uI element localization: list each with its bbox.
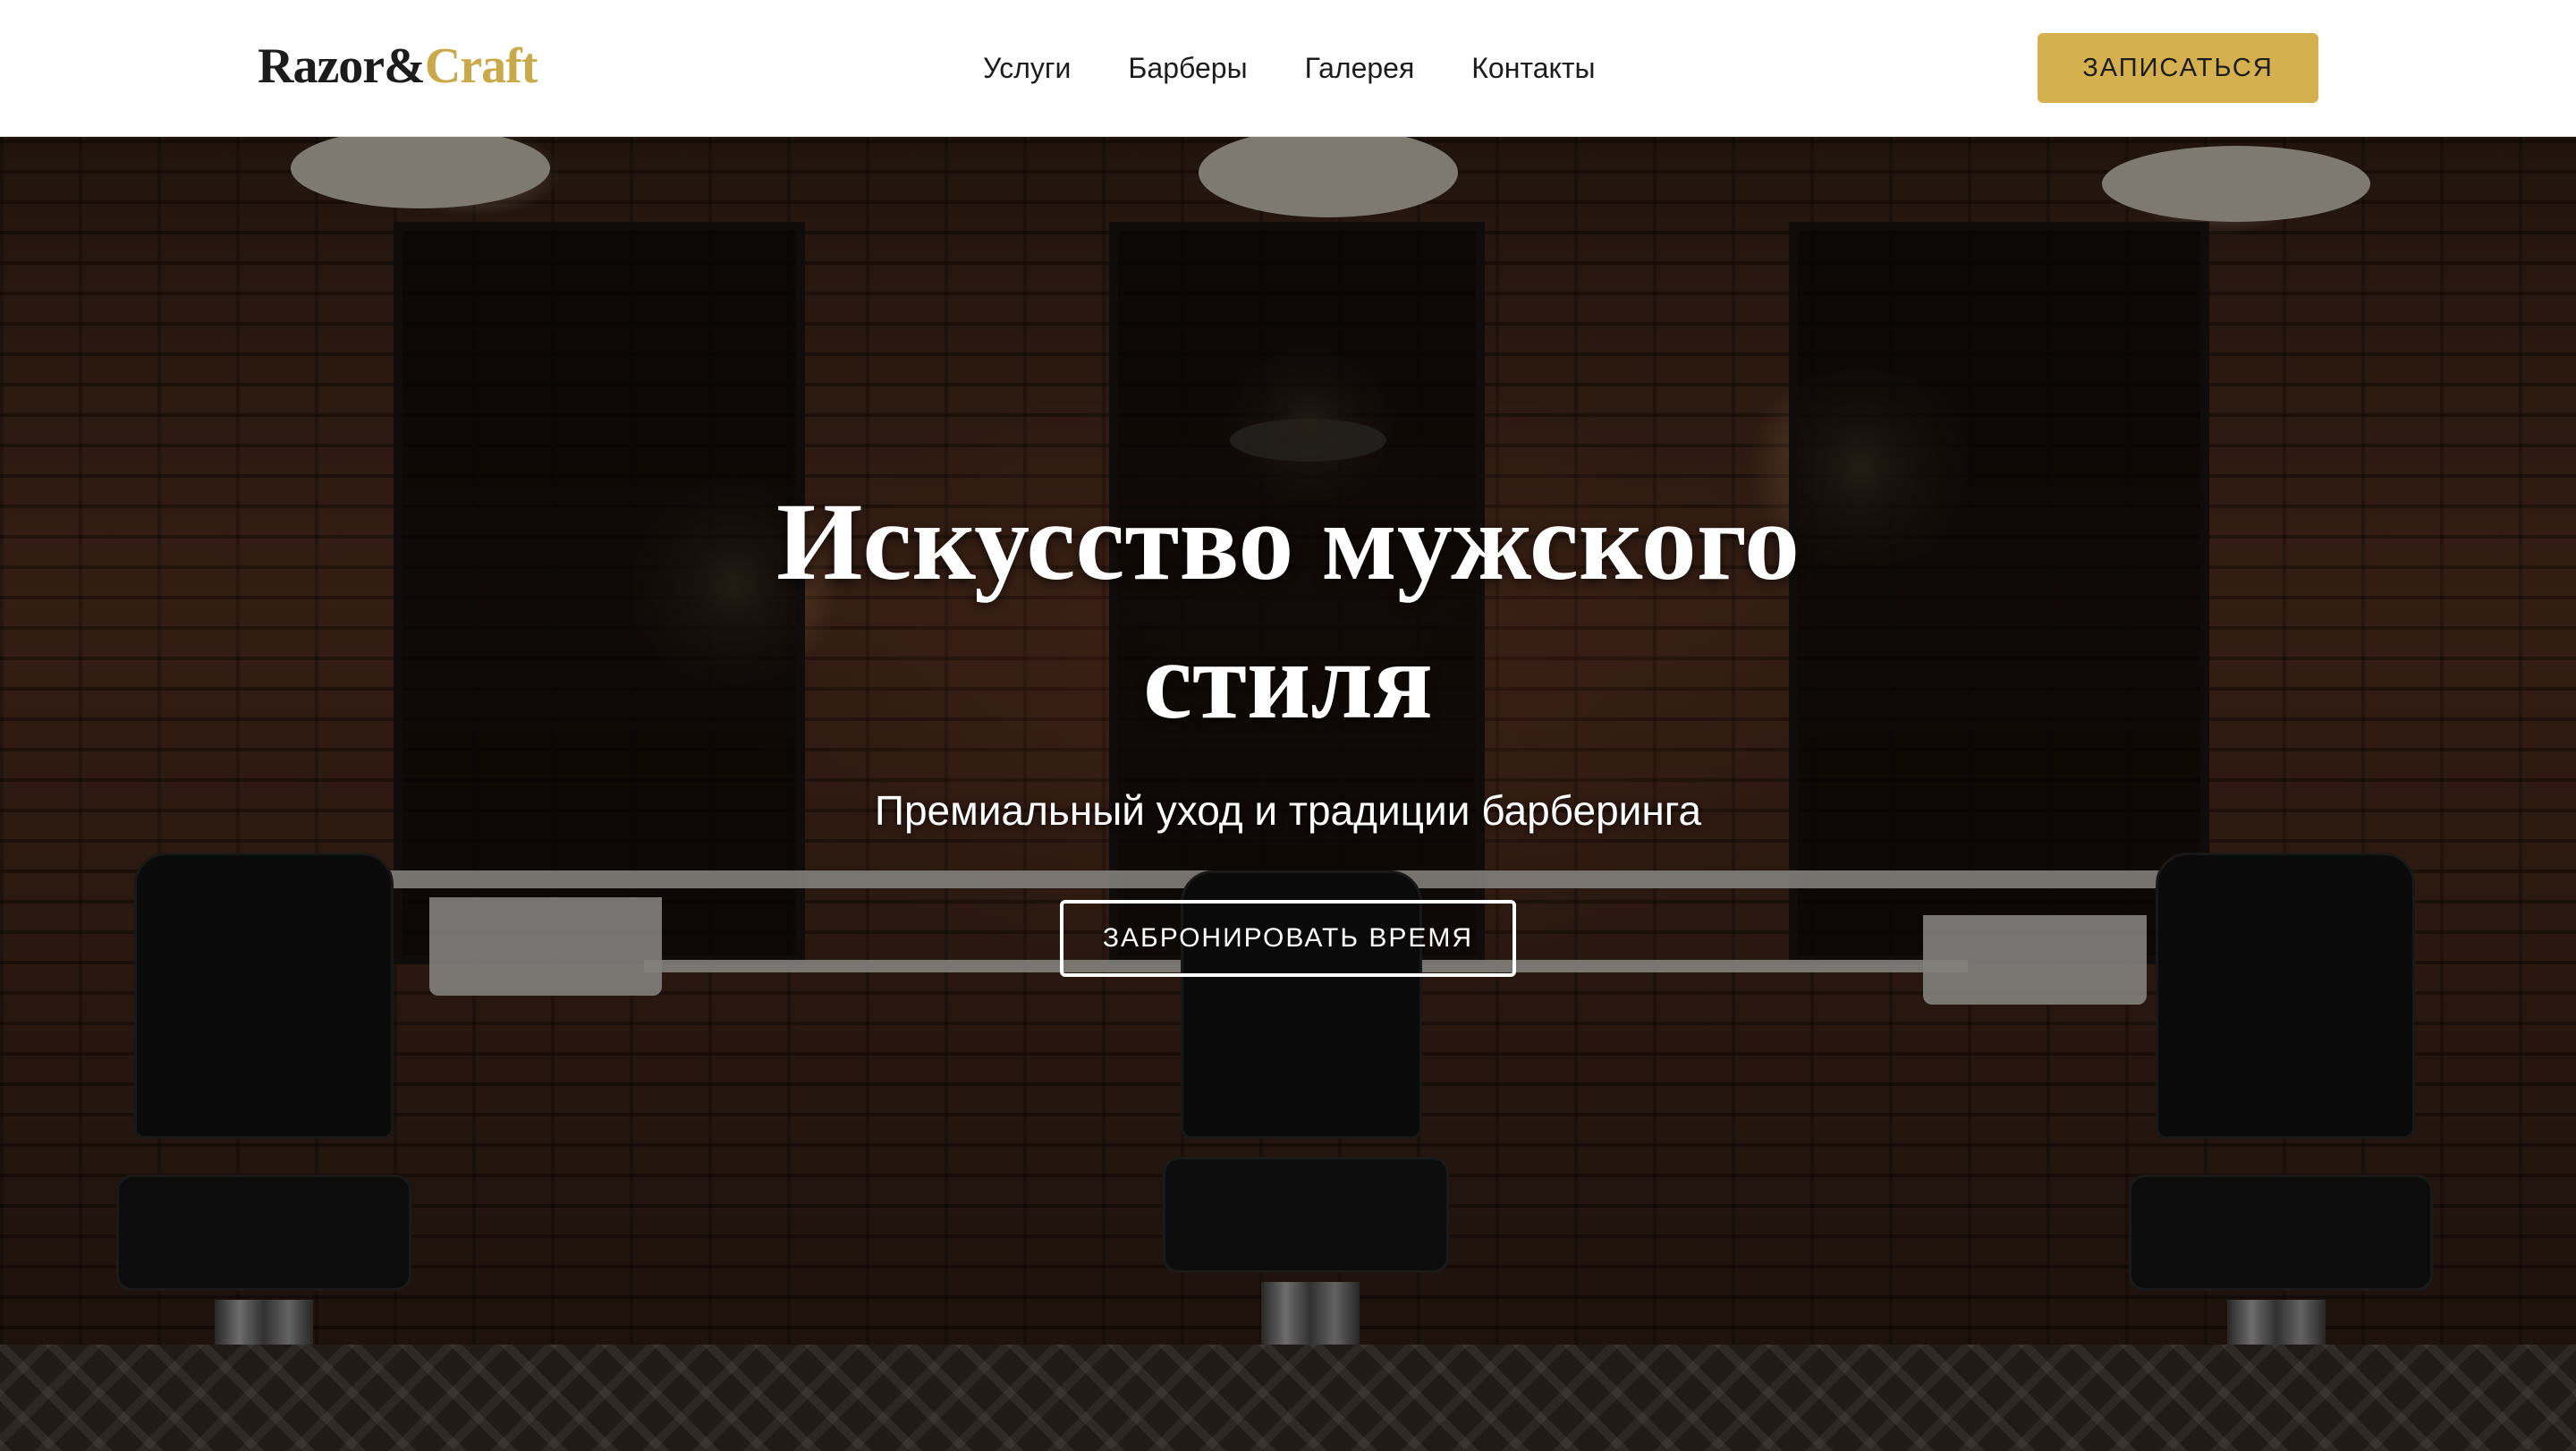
main-nav: Услуги Барберы Галерея Контакты: [983, 43, 1596, 93]
nav-item-gallery[interactable]: Галерея: [1305, 52, 1415, 85]
hero-title: Искусство мужского стиля: [775, 480, 1801, 742]
nav-item-services[interactable]: Услуги: [983, 52, 1071, 85]
logo-part-craft: Craft: [424, 38, 538, 94]
nav-item-barbers[interactable]: Барберы: [1128, 52, 1247, 85]
logo-part-razor: Razor&: [258, 38, 426, 94]
site-header: Razor&Craft Услуги Барберы Галерея Конта…: [0, 0, 2576, 137]
hero-content: Искусство мужского стиля Премиальный ухо…: [0, 137, 2576, 1451]
hero-section: Искусство мужского стиля Премиальный ухо…: [0, 137, 2576, 1451]
hero-subtitle: Премиальный уход и традиции барберинга: [874, 787, 1702, 834]
logo[interactable]: Razor&Craft: [258, 30, 538, 102]
book-button[interactable]: ЗАПИСАТЬСЯ: [2038, 33, 2318, 103]
book-time-button[interactable]: ЗАБРОНИРОВАТЬ ВРЕМЯ: [1060, 900, 1516, 977]
nav-item-contacts[interactable]: Контакты: [1471, 52, 1595, 85]
